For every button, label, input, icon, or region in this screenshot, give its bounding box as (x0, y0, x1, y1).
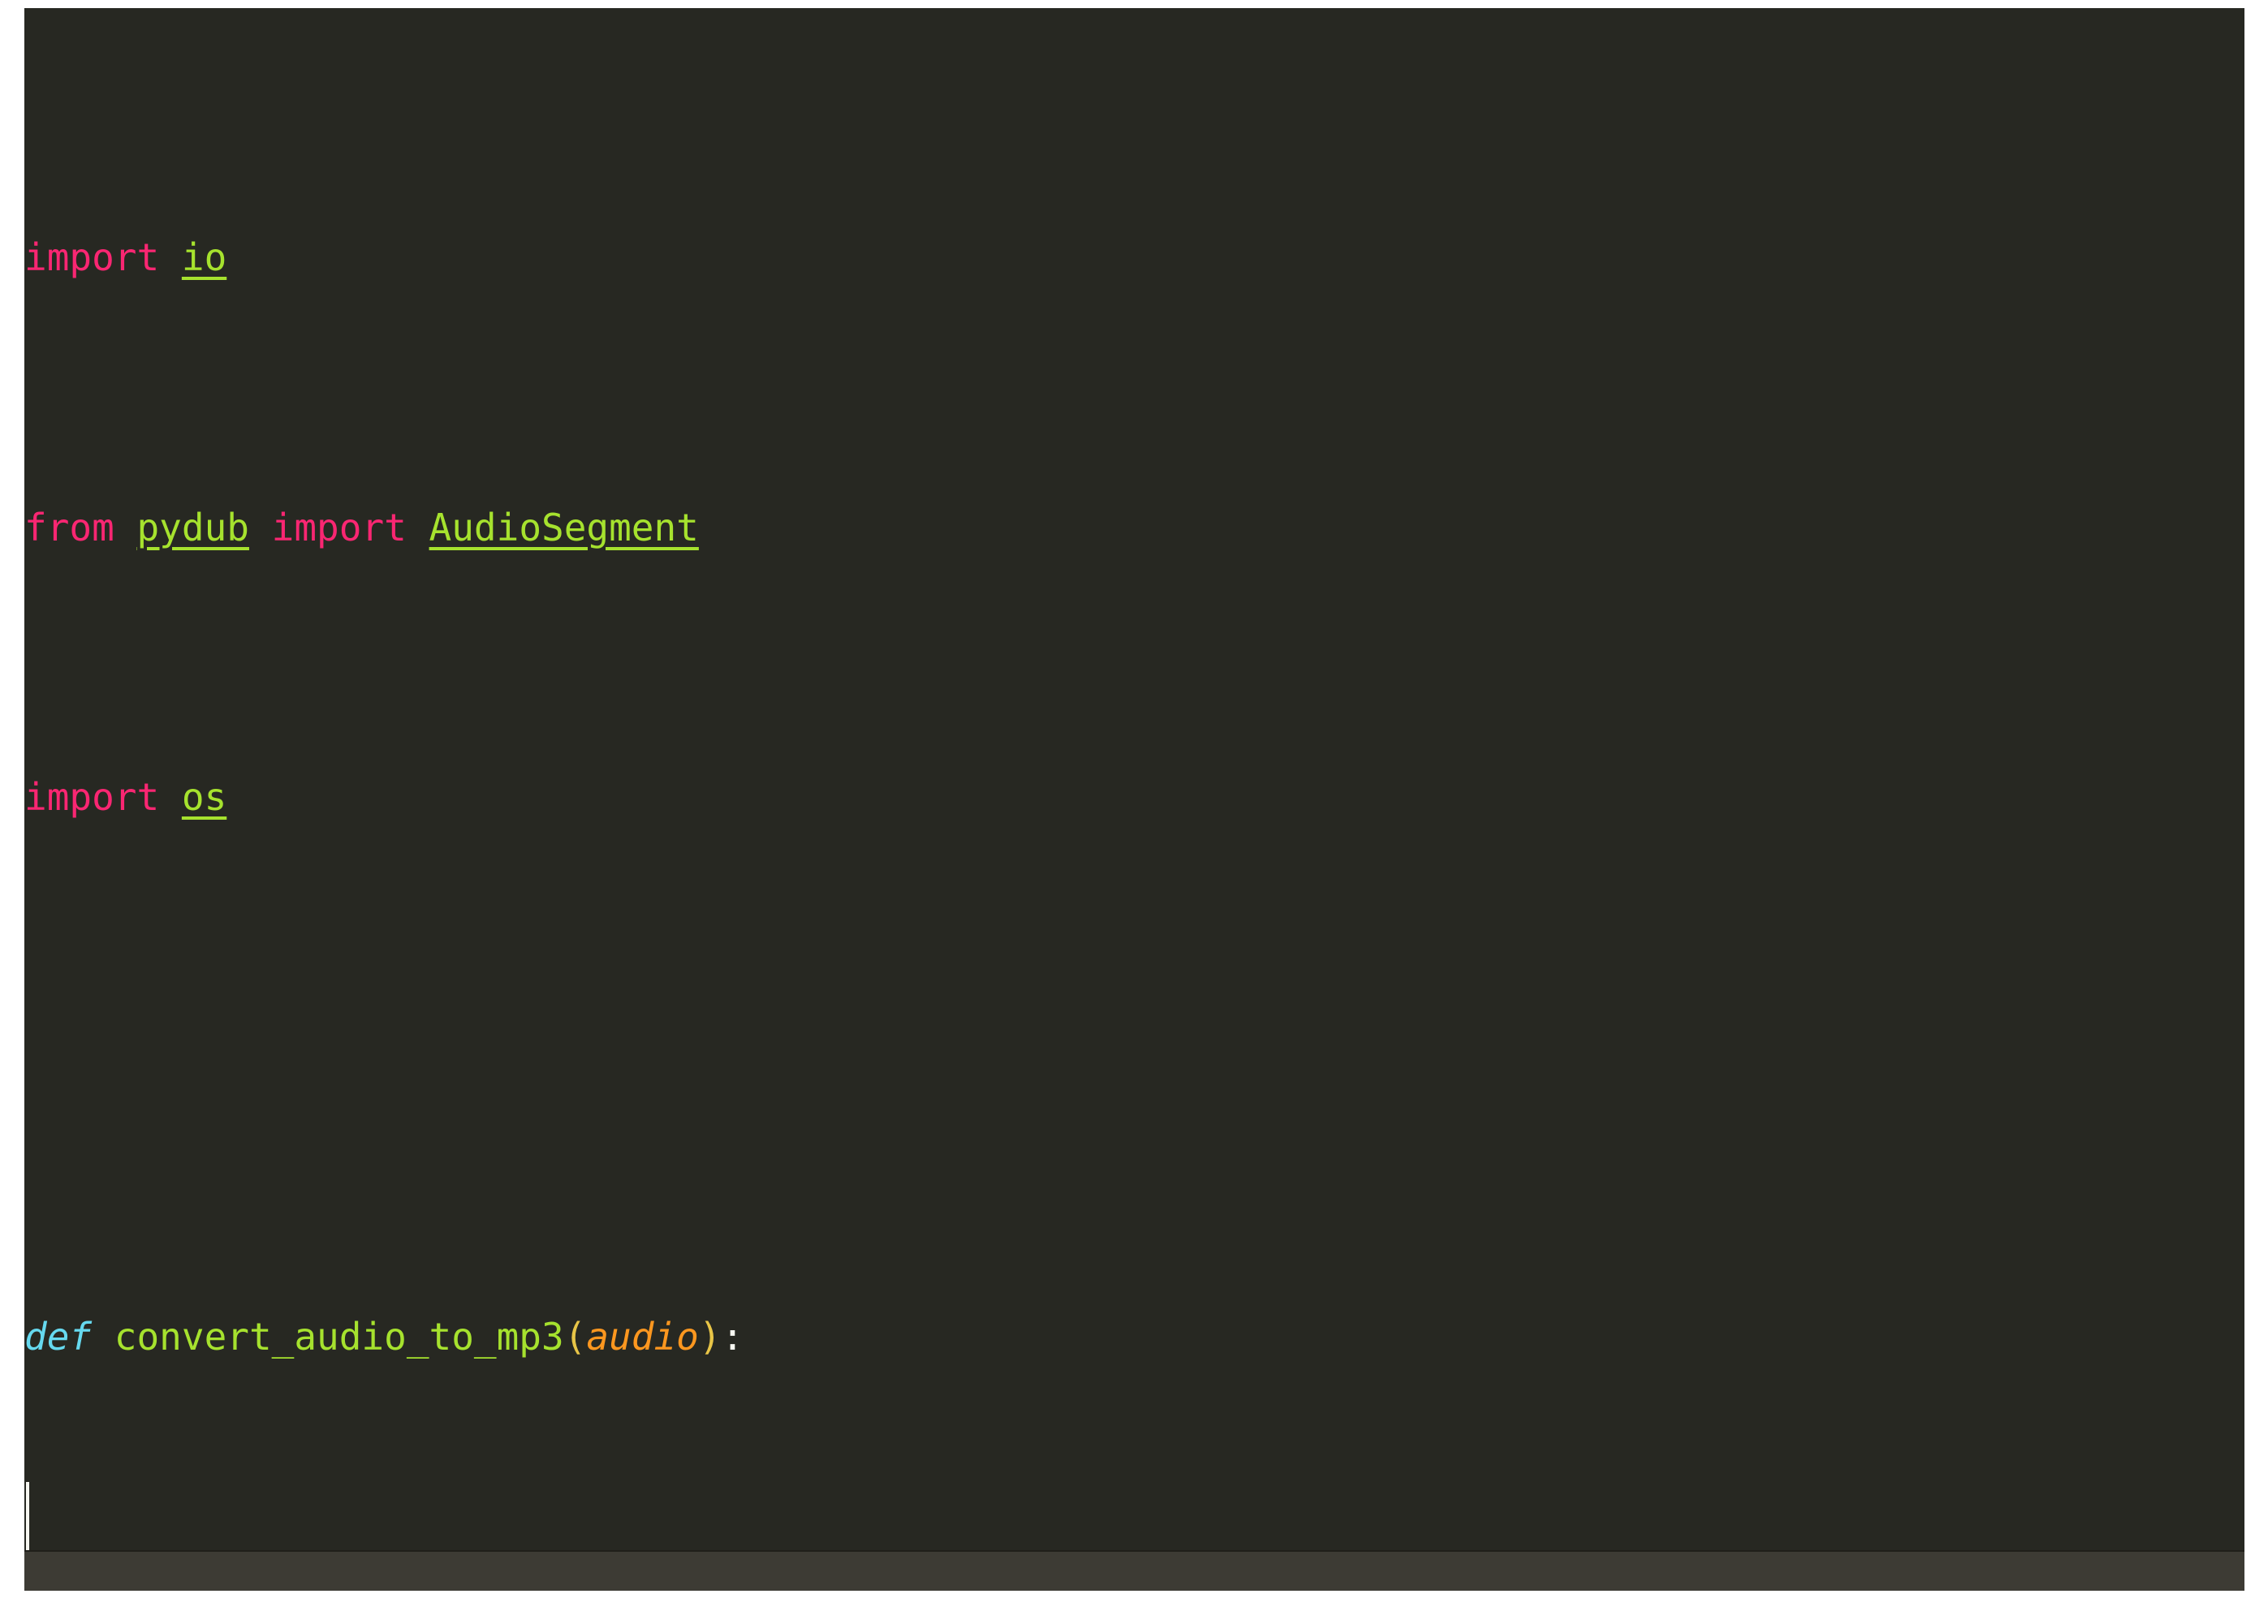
code-line: import os (24, 770, 1710, 825)
token-module-pydub: pydub (136, 505, 249, 549)
token-param-audio: audio (586, 1315, 699, 1359)
code-block: import io from pydub import AudioSegment… (24, 8, 1710, 1552)
horizontal-scrollbar[interactable] (24, 1550, 2244, 1591)
token-keyword-import: import (24, 235, 160, 279)
token-keyword-from: from (24, 505, 114, 549)
token-module-os: os (181, 775, 227, 819)
token-keyword-def: def (24, 1315, 93, 1359)
token-module-io: io (181, 235, 227, 279)
token-paren: ) (698, 1315, 722, 1359)
code-line: from pydub import AudioSegment (24, 501, 1710, 555)
code-line: def convert_audio_to_mp3(audio): (24, 1310, 1710, 1364)
code-line: import io (24, 230, 1710, 285)
text-cursor (26, 1482, 29, 1552)
token-keyword-import: import (24, 775, 160, 819)
token-paren: ( (563, 1315, 587, 1359)
token-class-audiosegment: AudioSegment (429, 505, 699, 549)
token-keyword-import: import (271, 505, 407, 549)
horizontal-scrollbar-thumb[interactable] (24, 1552, 1401, 1591)
token-function-name: convert_audio_to_mp3 (114, 1315, 564, 1359)
token-colon: : (721, 1315, 744, 1359)
code-editor-pane[interactable]: import io from pydub import AudioSegment… (24, 8, 2244, 1591)
code-surface[interactable]: import io from pydub import AudioSegment… (24, 8, 2244, 1552)
